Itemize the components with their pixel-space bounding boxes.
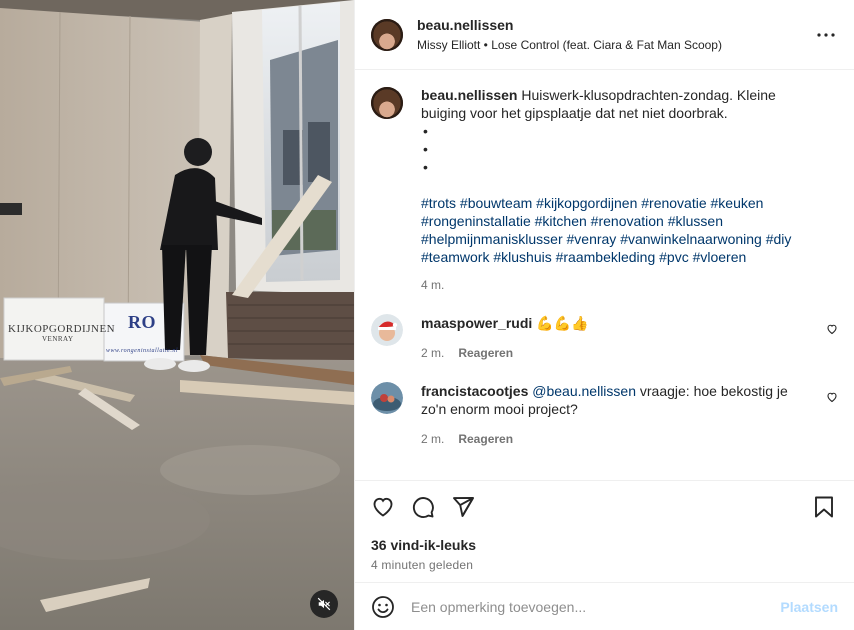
- reply-button[interactable]: Reageren: [458, 344, 513, 362]
- comment-like-heart-icon[interactable]: [826, 323, 838, 335]
- comments-section[interactable]: beau.nellissen Huiswerk-klusopdrachten-z…: [355, 70, 854, 480]
- sign-kijkopgordijnen-text: KIJKOPGORDIJNEN: [8, 323, 116, 335]
- comment-mention[interactable]: @beau.nellissen: [532, 383, 636, 399]
- like-button[interactable]: [371, 493, 411, 521]
- audio-track-label[interactable]: Missy Elliott • Lose Control (feat. Ciar…: [417, 38, 814, 52]
- comment-like-heart-icon[interactable]: [826, 391, 838, 403]
- heart-icon: [373, 497, 393, 517]
- post-caption: beau.nellissen Huiswerk-klusopdrachten-z…: [371, 86, 838, 294]
- likes-count[interactable]: 36 vind-ik-leuks: [371, 537, 838, 553]
- comment-button[interactable]: [411, 493, 451, 521]
- add-comment-bar: Plaatsen: [355, 582, 854, 630]
- caption-age[interactable]: 4 m.: [421, 276, 801, 294]
- comment-item: maaspower_rudi 💪💪👍 2 m. Reageren: [371, 314, 838, 362]
- reply-button[interactable]: Reageren: [458, 430, 513, 448]
- bookmark-icon: [815, 496, 833, 518]
- comment-username[interactable]: maaspower_rudi: [421, 315, 532, 331]
- author-username[interactable]: beau.nellissen: [417, 17, 814, 33]
- post-actions: 36 vind-ik-leuks 4 minuten geleden: [355, 480, 854, 582]
- caption-bullet: •: [423, 141, 428, 157]
- caption-username[interactable]: beau.nellissen: [421, 87, 517, 103]
- share-icon: [453, 497, 474, 517]
- sign-rongen-url: www.rongeninstallatie.nl: [106, 348, 179, 354]
- more-options-button[interactable]: [814, 23, 838, 47]
- more-options-icon: [817, 32, 835, 37]
- commenter-avatar[interactable]: [371, 382, 403, 414]
- comment-icon: [412, 497, 434, 518]
- save-button[interactable]: [814, 493, 838, 521]
- sign-rongen-text: RO: [128, 312, 156, 332]
- instagram-post-view: KIJKOPGORDIJNEN VENRAY RO www.rongeninst…: [0, 0, 854, 630]
- post-header: beau.nellissen Missy Elliott • Lose Cont…: [355, 0, 854, 70]
- comment-item: francistacootjes @beau.nellissen vraagje…: [371, 382, 838, 448]
- caption-bullet: •: [423, 123, 428, 139]
- sign-venray-text: VENRAY: [42, 335, 74, 343]
- author-avatar[interactable]: [371, 18, 403, 51]
- comment-text: 💪💪👍: [536, 315, 589, 331]
- commenter-avatar[interactable]: [371, 314, 403, 346]
- post-side-panel: beau.nellissen Missy Elliott • Lose Cont…: [354, 0, 854, 630]
- mute-toggle-button[interactable]: [310, 590, 338, 618]
- post-timestamp[interactable]: 4 minuten geleden: [371, 558, 838, 572]
- post-video[interactable]: KIJKOPGORDIJNEN VENRAY RO www.rongeninst…: [0, 0, 354, 630]
- renovation-photo: [0, 0, 354, 630]
- caption-hashtags[interactable]: #trots #bouwteam #kijkopgordijnen #renov…: [421, 194, 801, 266]
- caption-bullet: •: [423, 159, 428, 175]
- comment-username[interactable]: francistacootjes: [421, 383, 528, 399]
- emoji-icon[interactable]: [371, 595, 395, 619]
- add-comment-input[interactable]: [411, 598, 781, 615]
- post-comment-button[interactable]: Plaatsen: [780, 599, 838, 615]
- action-icons-row: [371, 493, 838, 521]
- caption-author-avatar[interactable]: [371, 87, 403, 119]
- speaker-muted-icon: [317, 597, 331, 611]
- comment-age[interactable]: 2 m.: [421, 344, 444, 362]
- comment-age[interactable]: 2 m.: [421, 430, 444, 448]
- share-button[interactable]: [451, 493, 491, 521]
